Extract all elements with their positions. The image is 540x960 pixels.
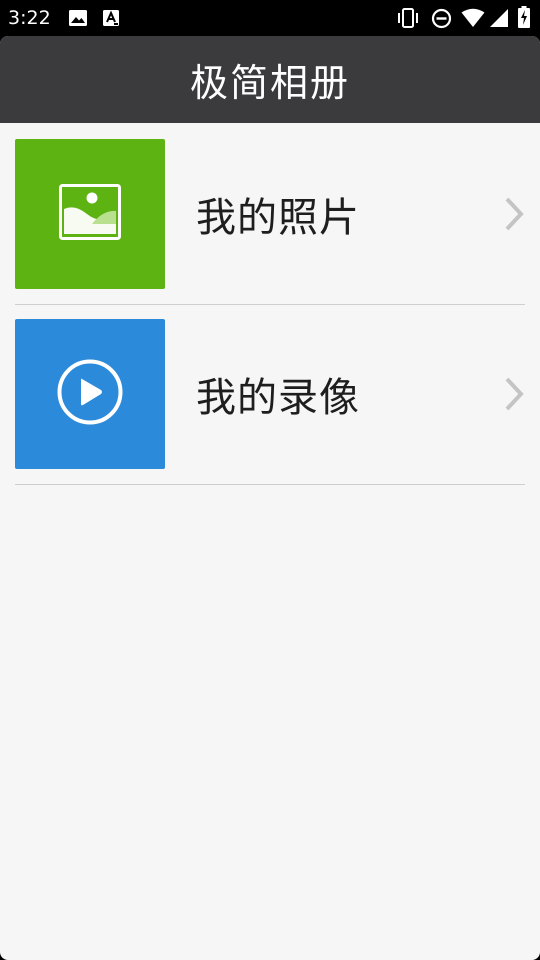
wifi-icon [461,8,485,32]
do-not-disturb-icon [431,8,452,33]
status-bar: 3:22 [0,0,540,36]
text-a-icon [102,9,120,31]
divider [15,304,525,305]
status-time: 3:22 [8,7,51,29]
title-bar: 极简相册 [0,36,540,123]
app-window: 极简相册 我的照片 我的录像 [0,36,540,960]
photos-label: 我的照片 [196,195,360,241]
divider [15,484,525,485]
image-icon [68,9,88,31]
list-item-videos[interactable]: 我的录像 [15,319,525,469]
chevron-right-icon [503,196,525,232]
list-item-photos[interactable]: 我的照片 [15,139,525,289]
videos-label: 我的录像 [196,375,360,421]
videos-thumbnail [15,319,165,469]
phone-screen: 3:22 极简相册 我的照片 我的录像 [0,0,540,960]
play-circle-icon [56,358,124,430]
photos-thumbnail [15,139,165,289]
photo-icon [59,184,121,244]
chevron-right-icon [503,376,525,412]
page-title: 极简相册 [189,61,350,105]
signal-icon [489,8,509,32]
battery-charging-icon [518,6,530,32]
vibrate-icon [396,8,420,32]
